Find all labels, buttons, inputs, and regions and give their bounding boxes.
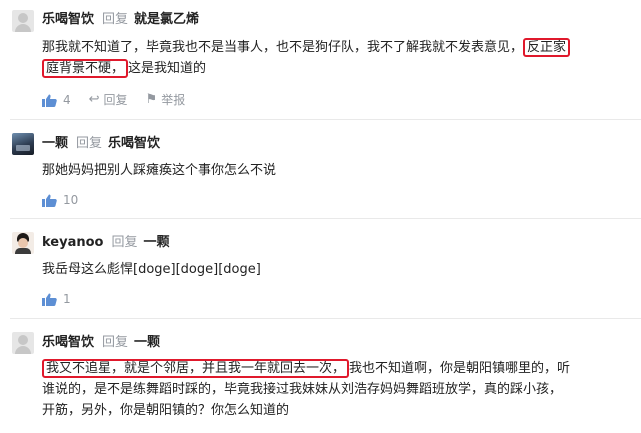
like-count: 1 xyxy=(63,292,71,306)
highlight-box: 我又不追星，就是个邻居，并且我一年就回去一次， xyxy=(42,359,350,378)
reply-target-name[interactable]: 就是氯乙烯 xyxy=(134,12,199,27)
divider xyxy=(10,119,641,120)
avatar[interactable] xyxy=(12,10,34,32)
reply-word: 回复 xyxy=(76,136,103,151)
thumbs-up-icon xyxy=(42,194,57,207)
comment-actions: 4 ↩ 回复 ⚑ 举报 xyxy=(42,91,203,109)
divider xyxy=(10,218,641,219)
comment-text: 那她妈妈把别人踩瘫痪这个事你怎么不说 xyxy=(42,163,277,178)
reply-word: 回复 xyxy=(102,12,129,27)
avatar[interactable] xyxy=(12,232,34,254)
comment-header: keyanoo 回复 一颗 xyxy=(42,233,170,253)
author-name[interactable]: 乐喝智饮 xyxy=(42,12,94,27)
like-button[interactable]: 10 xyxy=(42,191,78,209)
reply-target-name[interactable]: 一颗 xyxy=(134,335,160,350)
avatar[interactable] xyxy=(12,332,34,354)
comment-actions: 10 xyxy=(42,191,96,209)
comment-header: 乐喝智饮 回复 一颗 xyxy=(42,333,160,353)
comment-actions: 1 xyxy=(42,290,89,308)
highlight-box: 庭背景不硬， xyxy=(42,59,129,78)
thumbs-up-icon xyxy=(42,94,57,107)
author-name[interactable]: keyanoo xyxy=(42,235,103,250)
comment-text: 我又不追星，就是个邻居，并且我一年就回去一次， 我也不知道啊，你是朝阳镇哪里的，听… xyxy=(42,359,571,418)
flag-icon: ⚑ xyxy=(145,92,158,107)
like-button[interactable]: 1 xyxy=(42,290,71,308)
comment-text: 那我就不知道了，毕竟我也不是当事人，也不是狗仔队，我不了解我就不发表意见， 反正家… xyxy=(42,37,632,79)
report-button[interactable]: ⚑ 举报 xyxy=(146,91,186,109)
highlight-box: 反正家 xyxy=(523,38,571,57)
reply-button[interactable]: ↩ 回复 xyxy=(89,91,128,109)
reply-target-name[interactable]: 乐喝智饮 xyxy=(108,136,160,151)
comment-header: 一颗 回复 乐喝智饮 xyxy=(42,134,160,154)
divider xyxy=(10,318,641,319)
comment-text: 我岳母这么彪悍[doge][doge][doge] xyxy=(42,262,261,277)
reply-word: 回复 xyxy=(111,235,138,250)
reply-word: 回复 xyxy=(102,335,129,350)
comment-header: 乐喝智饮 回复 就是氯乙烯 xyxy=(42,10,199,30)
author-name[interactable]: 一颗 xyxy=(42,136,68,151)
like-count: 10 xyxy=(63,193,79,207)
avatar[interactable] xyxy=(12,133,34,155)
reply-target-name[interactable]: 一颗 xyxy=(144,235,170,250)
reply-arrow-icon: ↩ xyxy=(88,92,100,107)
like-button[interactable]: 4 xyxy=(42,91,71,109)
thumbs-up-icon xyxy=(42,293,57,306)
like-count: 4 xyxy=(63,93,71,107)
author-name[interactable]: 乐喝智饮 xyxy=(42,335,94,350)
